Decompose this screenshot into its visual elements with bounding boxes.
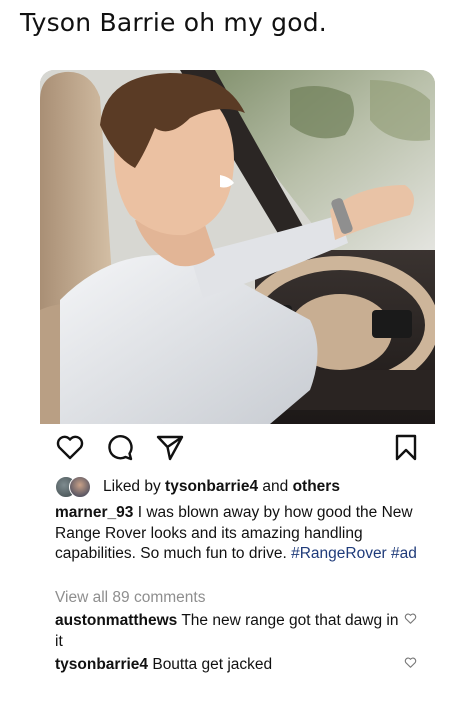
comment-username[interactable]: austonmatthews — [55, 612, 177, 629]
comment-button[interactable] — [105, 432, 135, 462]
share-button[interactable] — [155, 432, 185, 462]
post-action-bar — [55, 432, 420, 468]
like-button[interactable] — [55, 432, 85, 462]
heart-icon — [56, 435, 84, 460]
post-photo[interactable] — [40, 70, 435, 424]
comment-item: tysonbarrie4 Boutta get jacked — [55, 655, 400, 676]
liked-by-and: and — [258, 478, 293, 495]
comment-like-button[interactable] — [404, 656, 417, 669]
liked-by-text: Liked by tysonbarrie4 and others — [103, 478, 340, 496]
view-all-comments-link[interactable]: View all 89 comments — [55, 589, 205, 607]
post-caption: marner_93 I was blown away by how good t… — [55, 503, 420, 565]
liked-by-prefix: Liked by — [103, 478, 166, 495]
liker-avatars[interactable] — [55, 476, 97, 498]
caption-username[interactable]: marner_93 — [55, 504, 133, 521]
small-heart-icon — [404, 613, 417, 624]
bookmark-icon — [395, 434, 417, 461]
hashtag-link[interactable]: #ad — [391, 545, 417, 562]
driver-photo-illustration — [40, 70, 435, 424]
liked-by-others-link[interactable]: others — [293, 478, 340, 495]
likes-row: Liked by tysonbarrie4 and others — [55, 476, 435, 498]
comment-icon — [108, 435, 133, 461]
avatar — [69, 476, 91, 498]
comment-text: Boutta get jacked — [148, 656, 273, 673]
small-heart-icon — [404, 657, 417, 668]
comment-username[interactable]: tysonbarrie4 — [55, 656, 148, 673]
save-button[interactable] — [391, 432, 421, 462]
comment-item: austonmatthews The new range got that da… — [55, 611, 400, 652]
comment-like-button[interactable] — [404, 612, 417, 625]
tweet-text: Tyson Barrie oh my god. — [20, 8, 327, 37]
paper-plane-icon — [156, 435, 184, 461]
liked-by-user-link[interactable]: tysonbarrie4 — [165, 478, 258, 495]
hashtag-link[interactable]: #RangeRover — [291, 545, 387, 562]
